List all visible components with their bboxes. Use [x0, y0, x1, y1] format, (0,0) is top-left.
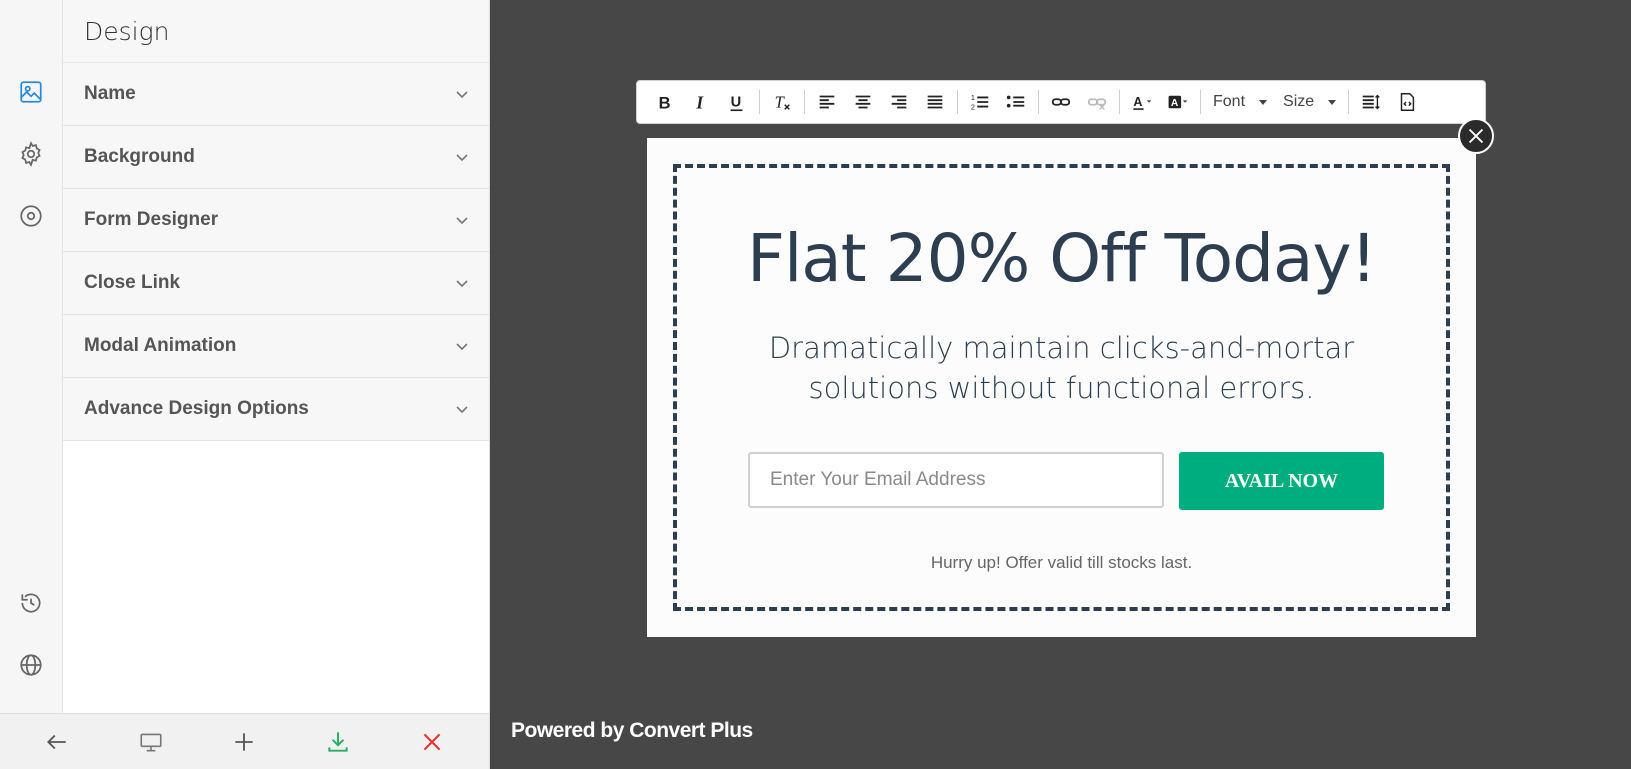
svg-text:1: 1 [971, 93, 975, 102]
toolbar-separator [1038, 90, 1039, 114]
target-icon[interactable] [13, 198, 49, 234]
source-code-icon[interactable] [1392, 86, 1422, 118]
svg-text:A: A [1171, 98, 1179, 109]
design-panel: Design Name Background Form Designer Clo… [63, 0, 490, 713]
download-icon[interactable] [314, 718, 362, 766]
text-editor-toolbar: B I U T 12 A A Font Size [636, 80, 1486, 124]
bold-icon[interactable]: B [650, 86, 680, 118]
svg-text:A: A [1133, 95, 1142, 109]
background-color-icon[interactable]: A [1163, 86, 1193, 118]
chevron-down-icon [455, 339, 469, 353]
svg-text:T: T [775, 93, 786, 112]
back-arrow-icon[interactable] [33, 718, 81, 766]
svg-text:I: I [695, 92, 704, 112]
history-icon[interactable] [13, 585, 49, 621]
powered-by-text: Powered by Convert Plus [511, 719, 753, 742]
size-dropdown[interactable]: Size [1275, 93, 1344, 111]
popup-headline[interactable]: Flat 20% Off Today! [677, 220, 1446, 297]
accordion-label: Form Designer [84, 209, 219, 230]
accordion-background[interactable]: Background [63, 126, 489, 189]
plus-icon[interactable] [220, 718, 268, 766]
toolbar-separator [759, 90, 760, 114]
unlink-icon[interactable] [1082, 86, 1112, 118]
gear-icon[interactable] [13, 136, 49, 172]
svg-text:U: U [731, 95, 742, 111]
popup-dashed-border: Flat 20% Off Today! Dramatically maintai… [673, 164, 1450, 611]
accordion-modal-animation[interactable]: Modal Animation [63, 315, 489, 378]
caret-down-icon [1328, 99, 1337, 105]
align-center-icon[interactable] [848, 86, 878, 118]
accordion-label: Background [84, 146, 195, 167]
font-dropdown-label: Font [1213, 93, 1246, 110]
accordion-name[interactable]: Name [63, 63, 489, 126]
clear-format-icon[interactable]: T [767, 86, 797, 118]
email-field[interactable] [748, 452, 1164, 508]
close-icon [1468, 128, 1484, 144]
align-left-icon[interactable] [812, 86, 842, 118]
toolbar-separator [1119, 90, 1120, 114]
toolbar-separator [1348, 90, 1350, 114]
italic-icon[interactable]: I [686, 86, 716, 118]
font-dropdown[interactable]: Font [1205, 93, 1275, 111]
accordion-label: Advance Design Options [84, 398, 309, 419]
toolbar-separator [1200, 90, 1201, 114]
chevron-down-icon [455, 276, 469, 290]
accordion-form-designer[interactable]: Form Designer [63, 189, 489, 252]
close-icon[interactable] [408, 718, 456, 766]
size-dropdown-label: Size [1283, 93, 1315, 110]
modal-close-button[interactable] [1458, 118, 1494, 154]
panel-title: Design [63, 0, 489, 63]
svg-text:2: 2 [971, 102, 975, 111]
link-icon[interactable] [1046, 86, 1076, 118]
chevron-down-icon [455, 402, 469, 416]
line-height-icon[interactable] [1356, 86, 1386, 118]
chevron-down-icon [455, 213, 469, 227]
popup-modal: Flat 20% Off Today! Dramatically maintai… [647, 138, 1476, 637]
caret-down-icon [1259, 99, 1268, 105]
accordion-label: Name [84, 83, 136, 104]
popup-note[interactable]: Hurry up! Offer valid till stocks last. [677, 553, 1446, 573]
align-right-icon[interactable] [884, 86, 914, 118]
svg-text:B: B [659, 94, 671, 112]
accordion-label: Modal Animation [84, 335, 237, 356]
unordered-list-icon[interactable] [1001, 86, 1031, 118]
chevron-down-icon [455, 150, 469, 164]
ordered-list-icon[interactable]: 12 [965, 86, 995, 118]
text-color-icon[interactable]: A [1127, 86, 1157, 118]
globe-icon[interactable] [13, 647, 49, 683]
popup-description[interactable]: Dramatically maintain clicks-and-mortar … [737, 328, 1386, 408]
desktop-preview-icon[interactable] [127, 718, 175, 766]
chevron-down-icon [455, 87, 469, 101]
bottom-toolbar [0, 713, 490, 769]
accordion-advance-design-options[interactable]: Advance Design Options [63, 378, 489, 441]
accordion-label: Close Link [84, 272, 181, 293]
toolbar-separator [804, 90, 805, 114]
accordion-close-link[interactable]: Close Link [63, 252, 489, 315]
avail-now-button[interactable]: AVAIL NOW [1179, 452, 1384, 510]
toolbar-separator [957, 90, 958, 114]
underline-icon[interactable]: U [722, 86, 752, 118]
left-rail [0, 0, 63, 713]
align-justify-icon[interactable] [920, 86, 950, 118]
image-icon[interactable] [13, 74, 49, 110]
